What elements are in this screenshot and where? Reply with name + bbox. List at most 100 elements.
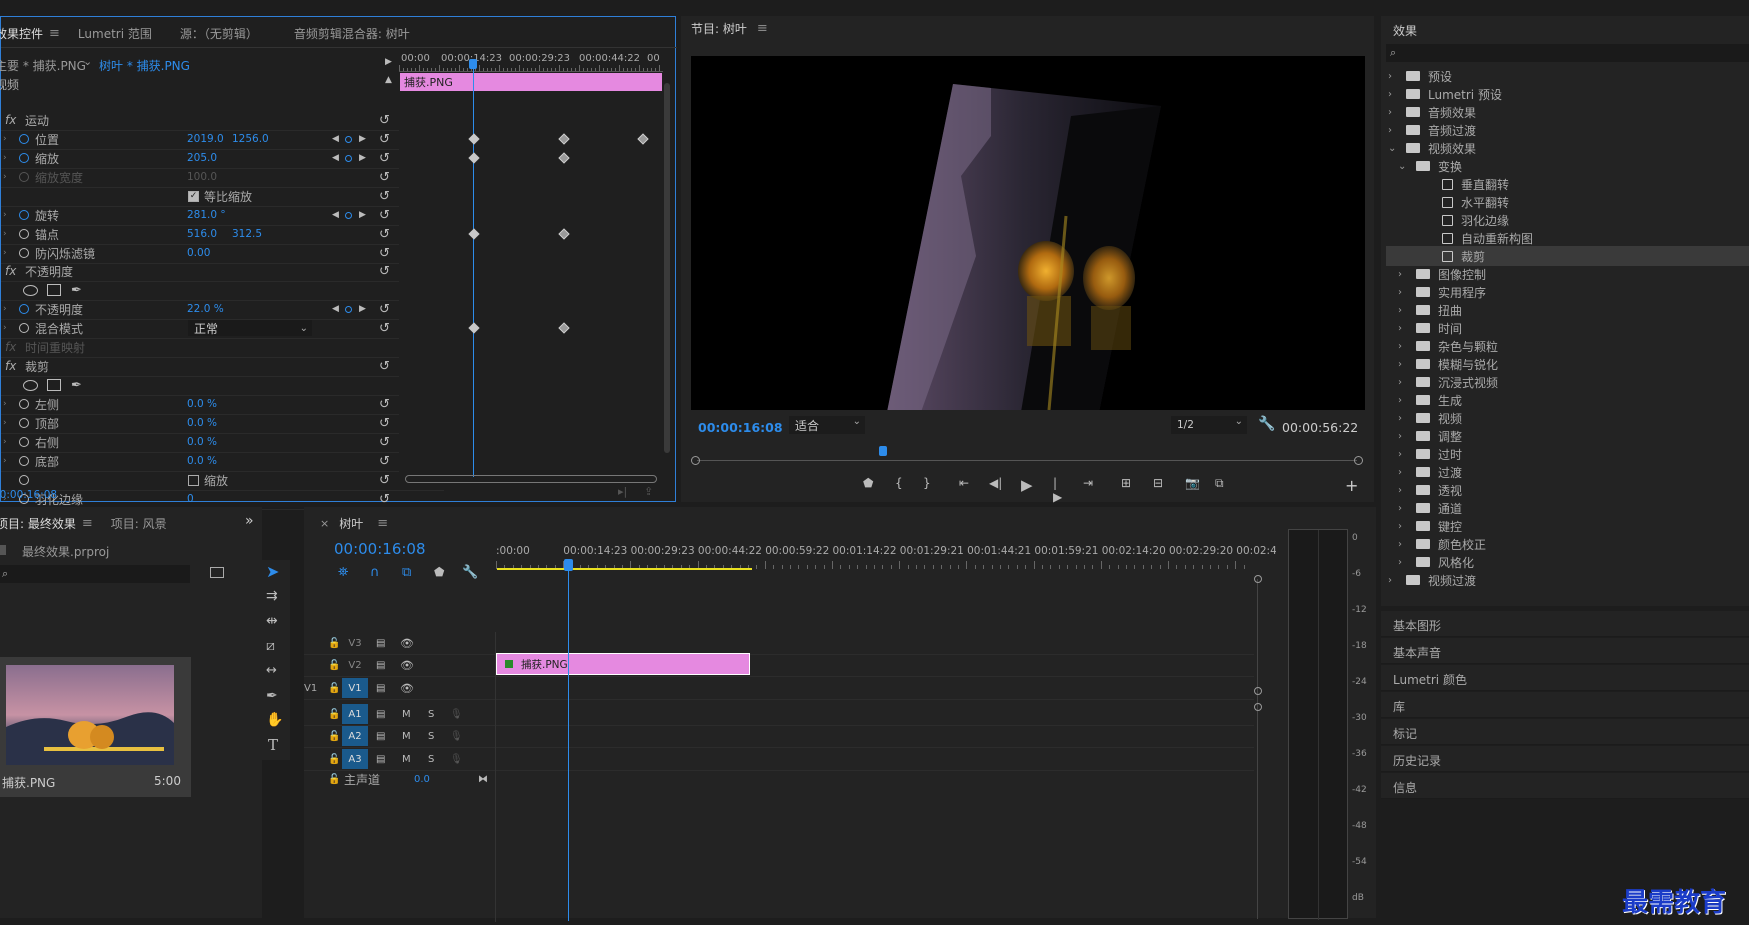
lock-icon[interactable]: 🔓 [328,754,340,765]
expand-arrow-icon[interactable]: › [3,248,7,258]
mute-button[interactable]: M [402,754,411,765]
checkbox[interactable] [188,474,199,486]
chevron-right-icon[interactable]: › [1398,557,1410,568]
pen-tool-icon[interactable]: ✒ [266,688,278,704]
share-icon[interactable]: ⇪ [644,485,653,498]
stopwatch-icon[interactable] [19,210,29,220]
effects-folder[interactable]: › 过时 [1386,444,1749,464]
reset-icon[interactable]: ↺ [379,189,390,204]
play-icon[interactable]: ▶ [1021,476,1033,494]
ec-playhead-marker[interactable] [469,59,477,69]
timeline-timecode[interactable]: 00:00:16:08 [334,540,426,558]
sync-lock-icon[interactable]: ▤ [376,638,385,649]
stopwatch-icon[interactable] [19,304,29,314]
property-value[interactable]: 0.0 % [187,398,217,410]
reset-icon[interactable]: ↺ [379,492,390,507]
sync-lock-icon[interactable]: ▤ [376,754,385,765]
mute-button[interactable]: M [402,731,411,742]
property-value[interactable]: 0.00 [187,247,210,259]
effects-folder[interactable]: › 时间 [1386,318,1749,338]
chevron-down-icon[interactable]: ⌄ [1388,143,1400,154]
tab-lumetri-scopes[interactable]: Lumetri 范围 [78,25,152,42]
chevron-right-icon[interactable]: › [1398,341,1410,352]
property-value[interactable]: 22.0 % [187,303,224,315]
chevron-right-icon[interactable]: › [1398,305,1410,316]
property-value[interactable]: 0.0 % [187,436,217,448]
solo-button[interactable]: S [428,754,434,765]
effects-folder[interactable]: › 通道 [1386,498,1749,518]
comparison-view-icon[interactable]: ⧉ [1215,476,1224,491]
keyframe-marker[interactable] [558,228,570,240]
chevron-right-icon[interactable]: › [1398,449,1410,460]
pen-mask-icon[interactable]: ✒ [71,378,82,393]
property-value[interactable]: 0 [187,493,194,505]
go-to-out-icon[interactable]: ⇥ [1083,476,1093,490]
export-frame-icon[interactable]: ▸| [618,485,627,498]
mark-out-icon[interactable]: } [923,476,931,490]
property-value[interactable]: 2019.0 [187,133,224,145]
stopwatch-icon[interactable] [19,153,29,163]
property-value[interactable]: 0.0 % [187,417,217,429]
reset-icon[interactable]: ↺ [379,151,390,166]
property-value-2[interactable]: 1256.0 [232,133,269,145]
expand-arrow-icon[interactable]: › [3,210,7,220]
effect-item[interactable]: 垂直翻转 [1386,174,1749,194]
bottom-panel-tab[interactable]: 标记 [1381,719,1749,745]
razor-tool-icon[interactable]: ⧄ [266,638,275,654]
effects-search-input[interactable]: ⌕ [1386,44,1749,62]
reset-icon[interactable]: ↺ [379,359,390,374]
effects-folder[interactable]: › 预设 [1386,66,1749,86]
stopwatch-icon[interactable] [19,248,29,258]
keyframe-marker[interactable] [558,152,570,164]
reset-icon[interactable]: ↺ [379,302,390,317]
selection-tool-icon[interactable]: ➤ [266,562,279,581]
tab-project-final[interactable]: 项目: 最终效果 [0,515,76,532]
timeline-ruler[interactable]: :00:00 00:00:14:23 00:00:29:23 00:00:44:22 0… [496,537,1287,577]
chevron-right-icon[interactable]: › [1388,125,1400,136]
insert-icon[interactable]: ⊞ [1121,476,1131,490]
effect-item[interactable]: 水平翻转 [1386,192,1749,212]
effect-name[interactable]: 运动 [25,112,49,129]
prev-keyframe-icon[interactable]: ◀ [332,153,339,163]
chevron-right-icon[interactable]: › [1398,359,1410,370]
expand-arrow-icon[interactable]: › [3,323,7,333]
ec-ruler[interactable]: 00:0000:00:14:2300:00:29:2300:00:44:2200 [399,53,663,71]
panel-overflow-icon[interactable]: » [245,513,254,529]
go-to-end-icon[interactable]: ⧓ [478,774,488,785]
prev-keyframe-icon[interactable]: ◀ [332,304,339,314]
ellipse-mask-icon[interactable] [23,284,38,296]
add-keyframe-icon[interactable] [345,135,352,143]
effects-folder[interactable]: › Lumetri 预设 [1386,84,1749,104]
microphone-icon[interactable]: 🎙 [450,709,463,720]
solo-button[interactable]: S [428,731,434,742]
effects-folder[interactable]: › 实用程序 [1386,282,1749,302]
expand-arrow-icon[interactable]: › [3,456,7,466]
chevron-right-icon[interactable]: › [1398,377,1410,388]
chevron-right-icon[interactable]: › [1398,395,1410,406]
chevron-right-icon[interactable]: › [1398,467,1410,478]
lock-icon[interactable]: 🔓 [328,638,340,649]
expand-arrow-icon[interactable]: › [3,304,7,314]
lock-icon[interactable]: 🔓 [328,660,340,671]
sync-lock-icon[interactable]: ▤ [376,683,385,694]
ripple-edit-tool-icon[interactable]: ⇹ [266,613,278,629]
snap-icon[interactable]: ⛯ [338,565,348,580]
chevron-down-icon[interactable]: ⌄ [83,55,92,68]
next-keyframe-icon[interactable]: ▶ [359,134,366,144]
keyframe-marker[interactable] [558,322,570,334]
chevron-right-icon[interactable]: › [1388,89,1400,100]
program-video-frame[interactable] [691,56,1365,410]
chevron-right-icon[interactable]: › [1398,269,1410,280]
ellipse-mask-icon[interactable] [23,379,38,391]
chevron-right-icon[interactable]: › [1388,575,1400,586]
microphone-icon[interactable]: 🎙 [450,731,463,742]
step-back-icon[interactable]: ◀| [989,476,1002,490]
eye-icon[interactable]: 👁 [400,682,414,695]
panel-menu-icon[interactable]: ≡ [757,21,768,36]
expand-arrow-icon[interactable]: › [3,134,7,144]
stopwatch-icon[interactable] [19,475,29,485]
reset-icon[interactable]: ↺ [379,170,390,185]
timeline-vscroll[interactable] [1254,575,1262,925]
tab-audio-clip-mixer[interactable]: 音频剪辑混合器: 树叶 [294,25,410,42]
wrench-icon[interactable]: 🔧 [462,565,478,580]
